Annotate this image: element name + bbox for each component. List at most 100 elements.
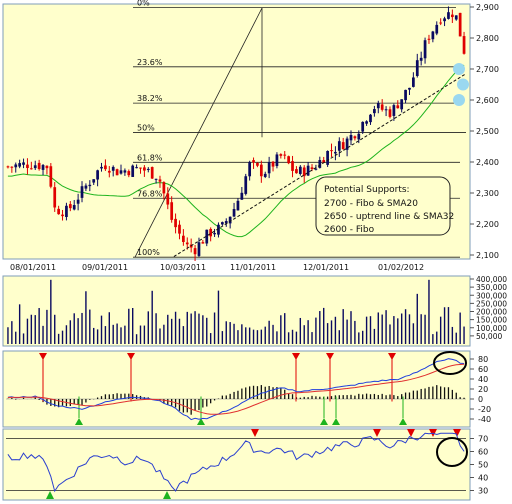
candle-body — [295, 169, 298, 174]
candle-body — [443, 18, 446, 22]
candle-body — [232, 209, 236, 217]
stock-chart: 0% 23.6% 38.2% 50% 61.8% 76.8% 100% 2,100 2,200… — [2, 0, 507, 501]
candle-body — [135, 167, 138, 169]
candle-body — [146, 168, 150, 170]
price-tick-label-2: 2,300 — [476, 189, 499, 198]
candle-body — [53, 187, 57, 208]
candle-body — [376, 103, 380, 109]
candle-body — [384, 109, 388, 111]
price-tick-label-3: 2,400 — [476, 158, 499, 167]
candle-body — [240, 192, 244, 200]
candle-body — [107, 170, 111, 173]
price-tick-label-4: 2,500 — [476, 127, 499, 136]
macd-tick-label-6: -40 — [478, 415, 491, 424]
volume-panel-bg — [2, 275, 471, 347]
candle-body — [334, 151, 337, 154]
candle-body — [123, 170, 127, 173]
candle-body — [275, 154, 279, 167]
macd-tick-label-1: 60 — [478, 365, 488, 374]
candle-body — [80, 186, 84, 198]
fib-label-0: 0% — [137, 0, 150, 8]
candle-body — [193, 248, 197, 255]
candle-body — [423, 40, 427, 59]
candle-body — [353, 136, 357, 139]
fib-label-2: 38.2% — [137, 94, 163, 103]
candle-body — [236, 200, 240, 211]
price-tick-label-0: 2,100 — [476, 251, 499, 260]
candle-body — [388, 109, 392, 117]
candle-body — [92, 179, 96, 183]
candle-body — [6, 166, 10, 168]
macd-tick-label-3: 20 — [478, 385, 488, 394]
volume-tick-label-4: 250,000 — [476, 299, 507, 308]
fib-label-4: 61.8% — [137, 153, 163, 162]
candle-body — [185, 242, 189, 245]
candle-body — [150, 167, 154, 179]
candle-body — [435, 24, 439, 34]
candle-body — [447, 12, 450, 19]
rsi-y-ticks: 70 60 50 40 30 — [470, 435, 488, 496]
candle-body — [158, 179, 162, 182]
x-label-4: 12/01/2011 — [303, 263, 349, 272]
rsi-tick-label-0: 70 — [478, 435, 488, 444]
candle-body — [256, 162, 259, 166]
candle-body — [178, 224, 181, 234]
price-y-ticks: 2,100 2,200 2,300 2,400 2,500 2,600 2,700 2,800… — [470, 3, 499, 260]
candle-body — [279, 154, 283, 156]
candle-body — [57, 208, 60, 215]
candle-body — [400, 99, 404, 110]
candle-body — [131, 165, 135, 177]
candle-body — [209, 228, 213, 237]
volume-tick-label-7: 400,000 — [476, 275, 507, 284]
candle-body — [166, 193, 170, 205]
candle-body — [450, 14, 454, 18]
price-panel: 0% 23.6% 38.2% 50% 61.8% 76.8% 100% 2,100 2,200… — [2, 0, 499, 261]
fib-label-5: 76.8% — [137, 189, 163, 198]
candle-body — [415, 60, 419, 76]
candle-body — [143, 167, 146, 171]
candle-body — [182, 235, 185, 242]
x-label-1: 09/01/2011 — [82, 263, 128, 272]
candle-body — [61, 214, 64, 217]
candle-body — [174, 218, 177, 228]
candle-body — [72, 205, 76, 210]
volume-tick-label-1: 100,000 — [476, 324, 507, 333]
candle-body — [84, 185, 88, 189]
candle-body — [220, 222, 224, 225]
candle-body — [65, 205, 68, 218]
volume-tick-label-6: 350,000 — [476, 283, 507, 292]
candle-body — [170, 202, 174, 220]
candle-body — [88, 184, 92, 187]
candle-body — [412, 77, 415, 87]
rsi-tick-label-4: 30 — [478, 487, 488, 496]
candle-body — [228, 216, 232, 224]
x-label-3: 11/01/2011 — [230, 263, 276, 272]
candle-body — [41, 165, 45, 170]
support-marker-2 — [453, 94, 465, 106]
price-tick-label-5: 2,600 — [476, 96, 499, 105]
price-tick-label-1: 2,200 — [476, 220, 499, 229]
candle-body — [104, 165, 107, 170]
support-annotation: Potential Supports: 2700 - Fibo & SMA20 … — [315, 176, 454, 236]
macd-panel-bg — [2, 350, 471, 428]
candle-body — [427, 38, 431, 40]
candle-body — [298, 166, 302, 174]
candle-body — [404, 89, 407, 101]
x-label-0: 08/01/2011 — [10, 263, 56, 272]
price-tick-label-8: 2,900 — [476, 3, 499, 12]
candle-body — [283, 154, 287, 156]
rsi-panel-bg — [2, 428, 471, 501]
rsi-tick-label-3: 40 — [478, 474, 488, 483]
candle-body — [49, 166, 53, 187]
candle-body — [357, 133, 361, 140]
annotation-title: Potential Supports: — [324, 185, 410, 195]
candle-body — [68, 204, 72, 209]
price-tick-label-7: 2,800 — [476, 34, 499, 43]
candle-body — [314, 168, 318, 170]
candle-body — [267, 162, 271, 174]
candle-body — [419, 57, 423, 61]
macd-panel: 806040200-20-40 — [2, 350, 491, 428]
support-marker-0 — [453, 63, 465, 75]
rsi-panel: 70 60 50 40 30 — [2, 428, 488, 501]
fib-label-6: 100% — [137, 248, 160, 257]
